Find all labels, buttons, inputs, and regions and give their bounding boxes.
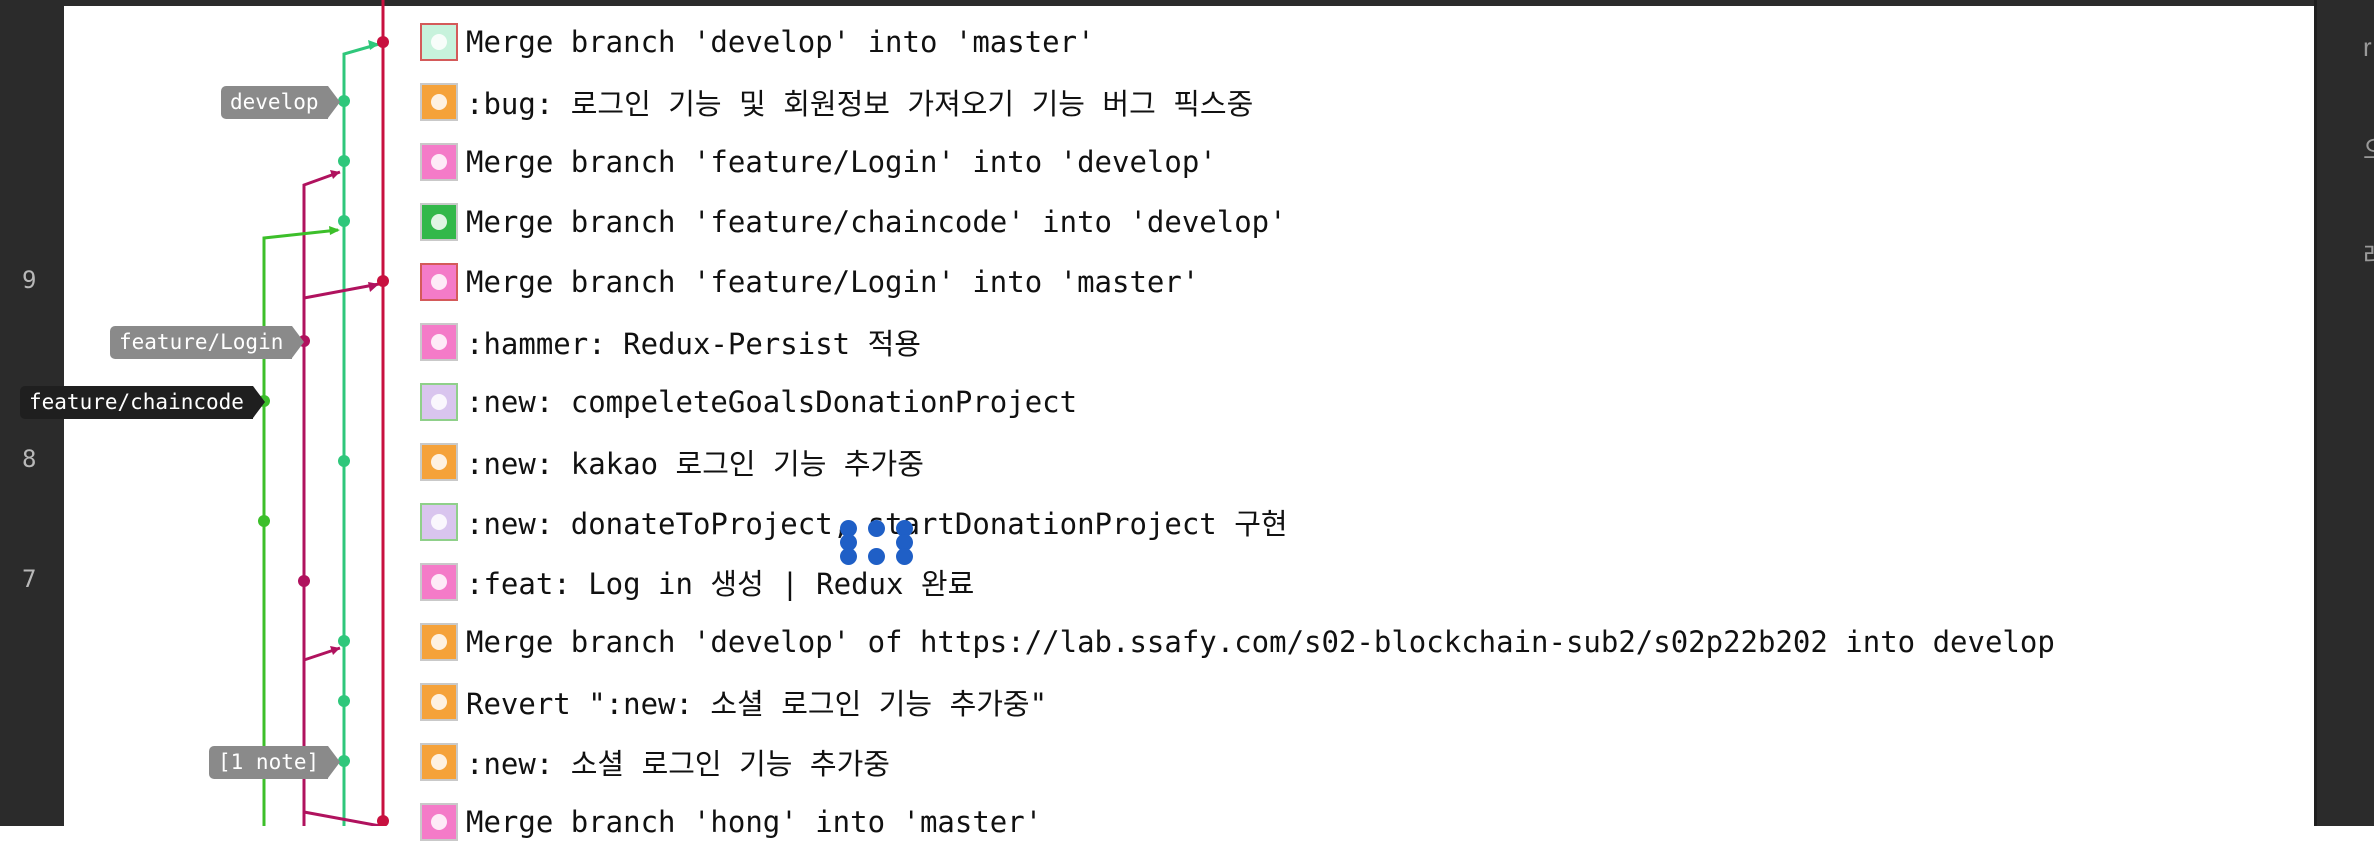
commit-message: Merge branch 'develop' into 'master'	[466, 25, 1095, 59]
author-avatar	[420, 83, 458, 121]
resize-handle[interactable]	[896, 548, 913, 565]
commit-message: Merge branch 'feature/Login' into 'maste…	[466, 265, 1200, 299]
sidebar-glyph: r	[2363, 32, 2372, 62]
branch-label-feature-chaincode[interactable]: feature/chaincode	[20, 386, 265, 419]
commit-message: Merge branch 'feature/Login' into 'devel…	[466, 145, 1217, 179]
note-label[interactable]: [1 note]	[209, 746, 341, 779]
author-avatar	[420, 23, 458, 61]
commit-row[interactable]: Merge branch 'hong' into 'master'	[420, 796, 2300, 848]
sidebar-glyph: 레	[2363, 236, 2374, 273]
resize-handle[interactable]	[840, 548, 857, 565]
commit-dot[interactable]	[377, 275, 389, 287]
hong-branch-feed	[303, 810, 381, 826]
commit-dot[interactable]	[258, 515, 270, 527]
commit-dot[interactable]	[338, 635, 350, 647]
resize-handle[interactable]	[868, 548, 885, 565]
commit-row[interactable]: Merge branch 'feature/Login' into 'devel…	[420, 136, 2300, 188]
author-avatar	[420, 503, 458, 541]
sidebar-glyph: 으	[2363, 130, 2374, 167]
commit-row[interactable]: Merge branch 'feature/chaincode' into 'd…	[420, 196, 2300, 248]
commit-message: Merge branch 'develop' of https://lab.ss…	[466, 625, 2055, 659]
commit-row[interactable]: :new: 소셜 로그인 기능 추가중	[420, 736, 2300, 788]
commit-message: :new: 소셜 로그인 기능 추가중	[466, 747, 890, 781]
commit-dot[interactable]	[338, 695, 350, 707]
commit-row[interactable]: Merge branch 'develop' into 'master'	[420, 16, 2300, 68]
branch-label-develop[interactable]: develop	[221, 86, 339, 119]
commit-row[interactable]: Merge branch 'develop' of https://lab.ss…	[420, 616, 2300, 668]
commit-message: Merge branch 'feature/chaincode' into 'd…	[466, 205, 1287, 239]
commit-row[interactable]: :new: kakao 로그인 기능 추가중	[420, 436, 2300, 488]
commit-dot[interactable]	[298, 575, 310, 587]
commit-dot[interactable]	[338, 95, 350, 107]
chaincode-branch-line	[262, 228, 339, 826]
commit-message: :hammer: Redux-Persist 적용	[466, 327, 921, 361]
commit-message: :feat: Log in 생성 | Redux 완료	[466, 567, 975, 601]
author-avatar	[420, 623, 458, 661]
commit-dot[interactable]	[338, 215, 350, 227]
commit-row[interactable]: :feat: Log in 생성 | Redux 완료	[420, 556, 2300, 608]
commit-message: :new: kakao 로그인 기능 추가중	[466, 447, 924, 481]
resize-handle[interactable]	[868, 520, 885, 537]
commit-row[interactable]: :new: donateToProject, startDonationProj…	[420, 496, 2300, 548]
commit-message: Merge branch 'hong' into 'master'	[466, 805, 1043, 839]
author-avatar	[420, 323, 458, 361]
commit-row[interactable]: Merge branch 'feature/Login' into 'maste…	[420, 256, 2300, 308]
login-branch-to-master	[302, 282, 380, 302]
login-branch-line	[302, 170, 341, 826]
chaincode-arrow	[329, 226, 340, 235]
author-avatar	[420, 203, 458, 241]
commit-row[interactable]: :hammer: Redux-Persist 적용	[420, 316, 2300, 368]
commit-dot[interactable]	[338, 455, 350, 467]
commit-dot[interactable]	[377, 815, 389, 826]
author-avatar	[420, 443, 458, 481]
commit-row[interactable]: :bug: 로그인 기능 및 회원정보 가져오기 기능 버그 픽스중	[420, 76, 2300, 128]
commit-dot[interactable]	[377, 36, 389, 48]
author-avatar	[420, 263, 458, 301]
author-avatar	[420, 803, 458, 841]
commit-message: Revert ":new: 소셜 로그인 기능 추가중"	[466, 687, 1048, 721]
author-avatar	[420, 143, 458, 181]
author-avatar	[420, 563, 458, 601]
author-avatar	[420, 683, 458, 721]
right-sidebar-strip: r 으 레	[2314, 0, 2374, 826]
author-avatar	[420, 383, 458, 421]
commit-dot[interactable]	[338, 155, 350, 167]
branch-label-feature-login[interactable]: feature/Login	[110, 326, 305, 359]
commit-message: :new: compeleteGoalsDonationProject	[466, 385, 1078, 419]
commit-message: :bug: 로그인 기능 및 회원정보 가져오기 기능 버그 픽스중	[466, 87, 1254, 121]
commit-row[interactable]: :new: compeleteGoalsDonationProject	[420, 376, 2300, 428]
commit-row[interactable]: Revert ":new: 소셜 로그인 기능 추가중"	[420, 676, 2300, 728]
author-avatar	[420, 743, 458, 781]
